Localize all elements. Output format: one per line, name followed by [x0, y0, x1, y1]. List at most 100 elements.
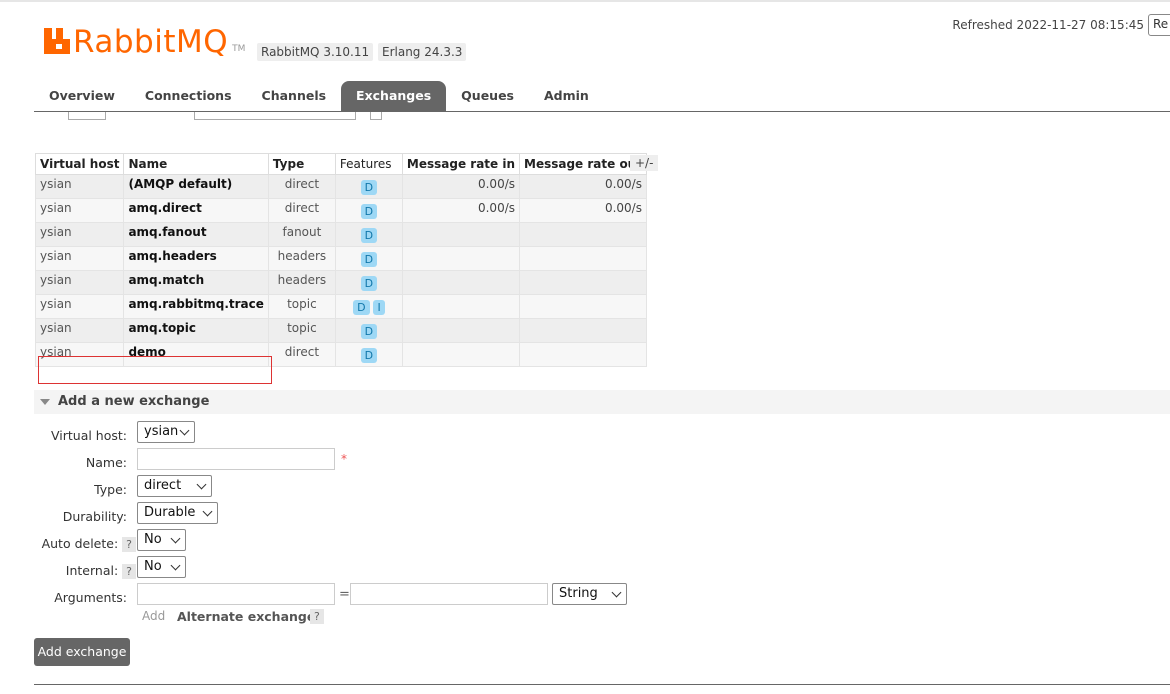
cell-type: headers [267, 246, 336, 271]
internal-value: No [144, 559, 162, 574]
table-row[interactable]: ysian amq.direct direct D 0.00/s 0.00/s [34, 198, 647, 223]
internal-label: Internal: ? [66, 563, 136, 579]
col-message-rate-out[interactable]: Message rate out [519, 153, 647, 175]
cell-type: fanout [267, 222, 336, 247]
chevron-down-icon [170, 533, 181, 544]
cell-exchange-name[interactable]: (AMQP default) [123, 174, 269, 199]
rabbitmq-logo[interactable]: RabbitMQ TM [44, 26, 245, 58]
collapse-triangle-icon [40, 399, 50, 405]
add-argument-link[interactable]: Add [142, 609, 165, 623]
add-exchange-section-toggle[interactable]: Add a new exchange [34, 390, 1170, 414]
exchange-name-input[interactable] [137, 448, 335, 470]
col-virtual-host[interactable]: Virtual host [34, 153, 125, 175]
cell-exchange-name[interactable]: amq.topic [123, 318, 269, 343]
col-name[interactable]: Name [123, 153, 269, 175]
cell-vhost: ysian [34, 174, 125, 199]
durable-badge: D [353, 300, 370, 315]
chevron-down-icon [611, 587, 622, 598]
cell-type: direct [267, 198, 336, 223]
refreshed-timestamp: Refreshed 2022-11-27 08:15:45 [952, 18, 1144, 32]
argument-type-value: String [559, 586, 598, 601]
col-type[interactable]: Type [267, 153, 336, 175]
tab-queues[interactable]: Queues [446, 81, 529, 111]
cell-features: D [334, 198, 403, 223]
table-row[interactable]: ysian amq.topic topic D [34, 318, 647, 343]
cell-rate-in [401, 294, 521, 319]
cell-rate-in: 0.00/s [401, 174, 521, 199]
chevron-down-icon [202, 506, 213, 517]
filter-input[interactable] [194, 112, 356, 120]
required-marker: * [341, 452, 347, 466]
durable-badge: D [360, 204, 378, 219]
durability-value: Durable [144, 505, 196, 520]
column-toggle-button[interactable]: +/- [630, 155, 659, 171]
alternate-exchange-link[interactable]: Alternate exchange [177, 609, 315, 624]
cell-exchange-name[interactable]: amq.direct [123, 198, 269, 223]
auto-delete-select[interactable]: No [137, 529, 186, 551]
table-row[interactable]: ysian amq.fanout fanout D [34, 222, 647, 247]
rabbitmq-version-badge: RabbitMQ 3.10.11 [257, 43, 374, 61]
cell-type: direct [267, 342, 336, 367]
cell-features: D [334, 222, 403, 247]
page-select[interactable] [68, 112, 106, 120]
auto-delete-label: Auto delete: ? [42, 536, 136, 552]
refresh-select[interactable]: Re [1148, 14, 1170, 36]
internal-select[interactable]: No [137, 556, 186, 578]
virtual-host-value: ysian [144, 424, 179, 439]
help-icon[interactable]: ? [122, 564, 136, 579]
cell-features: D [334, 318, 403, 343]
table-header-row: Virtual host Name Type Features Message … [34, 153, 647, 175]
help-icon[interactable]: ? [122, 537, 136, 552]
durable-badge: D [360, 252, 378, 267]
argument-type-select[interactable]: String [552, 583, 627, 605]
durability-select[interactable]: Durable [137, 502, 218, 524]
regex-checkbox[interactable] [370, 112, 382, 120]
argument-value-input[interactable] [350, 583, 548, 605]
rabbitmq-logo-icon [44, 28, 70, 54]
cell-vhost: ysian [34, 222, 125, 247]
cell-exchange-name[interactable]: amq.fanout [123, 222, 269, 247]
cell-rate-in [401, 342, 521, 367]
col-message-rate-in[interactable]: Message rate in [401, 153, 521, 175]
pagination-filter-row [36, 112, 456, 120]
table-row[interactable]: ysian amq.match headers D [34, 270, 647, 295]
virtual-host-select[interactable]: ysian [137, 421, 195, 443]
name-label: Name: [85, 455, 127, 470]
arguments-label: Arguments: [54, 590, 127, 605]
cell-rate-out [519, 342, 647, 367]
cell-rate-in [401, 222, 521, 247]
help-icon[interactable]: ? [310, 609, 324, 624]
durability-label: Durability: [62, 509, 127, 524]
table-row[interactable]: ysian amq.headers headers D [34, 246, 647, 271]
cell-vhost: ysian [34, 270, 125, 295]
cell-exchange-name[interactable]: amq.match [123, 270, 269, 295]
cell-rate-in [401, 246, 521, 271]
cell-exchange-name[interactable]: amq.headers [123, 246, 269, 271]
top-border [0, 0, 1170, 2]
argument-key-input[interactable] [137, 583, 335, 605]
tab-overview[interactable]: Overview [34, 81, 130, 111]
tab-admin[interactable]: Admin [529, 81, 604, 111]
add-exchange-button[interactable]: Add exchange [34, 638, 130, 666]
durable-badge: D [360, 228, 378, 243]
tab-exchanges[interactable]: Exchanges [341, 81, 447, 111]
cell-rate-in [401, 318, 521, 343]
auto-delete-text: Auto delete: [41, 536, 119, 551]
logo-trademark: TM [232, 44, 246, 54]
cell-rate-in [401, 270, 521, 295]
cell-type: headers [267, 270, 336, 295]
tab-connections[interactable]: Connections [130, 81, 247, 111]
type-value: direct [144, 478, 182, 493]
table-row[interactable]: ysian amq.rabbitmq.trace topic D I [34, 294, 647, 319]
type-select[interactable]: direct [137, 475, 212, 497]
exchanges-table: Virtual host Name Type Features Message … [34, 153, 647, 367]
cell-rate-out [519, 222, 647, 247]
table-row[interactable]: ysian (AMQP default) direct D 0.00/s 0.0… [34, 174, 647, 199]
cell-rate-out: 0.00/s [519, 198, 647, 223]
tab-channels[interactable]: Channels [247, 81, 342, 111]
cell-exchange-name[interactable]: amq.rabbitmq.trace [123, 294, 269, 319]
cell-features: D [334, 174, 403, 199]
cell-type: topic [267, 318, 336, 343]
highlight-annotation-box [38, 356, 272, 384]
logo-text: RabbitMQ [73, 24, 229, 60]
